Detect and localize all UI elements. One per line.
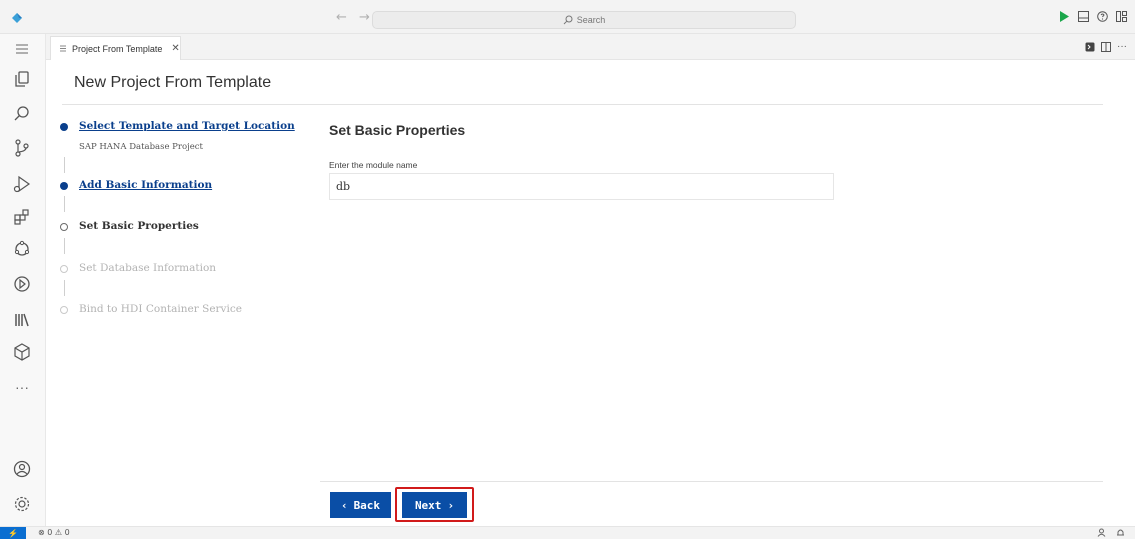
step-connector bbox=[64, 280, 65, 296]
more-views-icon[interactable]: ··· bbox=[12, 380, 32, 400]
editor-actions: ··· bbox=[1085, 41, 1127, 52]
tab-label: Project From Template bbox=[72, 43, 163, 54]
activity-bar: ··· bbox=[0, 34, 46, 526]
back-button[interactable]: ‹ Back bbox=[330, 492, 391, 518]
remote-explorer-icon[interactable] bbox=[12, 239, 32, 259]
split-editor-icon[interactable] bbox=[1101, 41, 1111, 52]
warning-count: 0 bbox=[64, 528, 70, 537]
deploy-icon[interactable] bbox=[12, 274, 32, 294]
app-logo-icon bbox=[12, 13, 22, 23]
run-debug-icon[interactable] bbox=[12, 174, 32, 194]
notifications-bell-icon[interactable] bbox=[1116, 528, 1125, 537]
step-connector bbox=[64, 196, 65, 212]
module-name-label: Enter the module name bbox=[329, 160, 418, 170]
command-search-input[interactable]: Search bbox=[372, 11, 796, 29]
step-connector bbox=[64, 157, 65, 173]
help-icon[interactable] bbox=[1097, 11, 1108, 22]
layout-icon[interactable] bbox=[1116, 11, 1127, 22]
menu-icon[interactable] bbox=[12, 39, 32, 59]
step-complete-icon bbox=[60, 182, 68, 190]
close-icon[interactable]: ✕ bbox=[171, 43, 179, 54]
next-button-highlight bbox=[395, 487, 474, 522]
module-name-input[interactable]: db bbox=[329, 173, 834, 200]
forward-arrow-icon[interactable]: → bbox=[359, 10, 370, 25]
file-icon bbox=[60, 45, 66, 52]
step-label: Bind to HDI Container Service bbox=[79, 303, 242, 315]
search-icon[interactable] bbox=[12, 104, 32, 124]
remote-indicator-icon[interactable]: ⚡ bbox=[0, 527, 26, 539]
back-button-label: Back bbox=[353, 498, 381, 512]
extensions-icon[interactable] bbox=[12, 207, 32, 227]
step-label[interactable]: Add Basic Information bbox=[79, 179, 212, 191]
step-label: Set Basic Properties bbox=[79, 220, 199, 232]
app-window: ← → Search ··· Project From Template ✕ ·… bbox=[0, 0, 1135, 539]
error-count: 0 bbox=[47, 528, 53, 537]
more-actions-icon[interactable]: ··· bbox=[1117, 41, 1127, 52]
account-icon[interactable] bbox=[12, 459, 32, 479]
cube-icon[interactable] bbox=[12, 342, 32, 362]
title-bar: ← → Search bbox=[0, 0, 1135, 34]
section-title: Set Basic Properties bbox=[329, 122, 466, 138]
status-right-items bbox=[1097, 528, 1125, 537]
step-label: Set Database Information bbox=[79, 262, 217, 274]
search-placeholder: Search bbox=[576, 15, 606, 25]
preview-icon[interactable] bbox=[1085, 42, 1095, 52]
status-bar: ⚡ ⊗ 0 ⚠ 0 bbox=[0, 526, 1135, 539]
explorer-icon[interactable] bbox=[12, 69, 32, 89]
tab-project-from-template[interactable]: Project From Template ✕ bbox=[50, 36, 181, 60]
error-icon: ⊗ bbox=[38, 528, 45, 537]
run-icon[interactable] bbox=[1059, 11, 1070, 22]
step-pending-icon bbox=[60, 306, 68, 314]
title-divider bbox=[62, 104, 1103, 105]
page-title: New Project From Template bbox=[74, 74, 272, 91]
feedback-icon[interactable] bbox=[1097, 528, 1106, 537]
step-summary: SAP HANA Database Project bbox=[79, 142, 203, 152]
editor-tab-bar: Project From Template ✕ ··· bbox=[46, 34, 1135, 60]
step-label[interactable]: Select Template and Target Location bbox=[79, 120, 295, 132]
title-actions bbox=[1059, 11, 1127, 22]
step-current-icon bbox=[60, 223, 68, 231]
problems-indicator[interactable]: ⊗ 0 ⚠ 0 bbox=[38, 528, 70, 537]
library-icon[interactable] bbox=[12, 310, 32, 330]
step-pending-icon bbox=[60, 265, 68, 273]
chevron-left-icon: ‹ bbox=[340, 498, 348, 512]
search-icon bbox=[563, 15, 573, 25]
warning-icon: ⚠ bbox=[54, 528, 63, 537]
step-complete-icon bbox=[60, 123, 68, 131]
panel-icon[interactable] bbox=[1078, 11, 1089, 22]
step-connector bbox=[64, 238, 65, 254]
settings-gear-icon[interactable] bbox=[12, 494, 32, 514]
footer-divider bbox=[320, 481, 1103, 482]
source-control-icon[interactable] bbox=[12, 138, 32, 158]
back-arrow-icon[interactable]: ← bbox=[336, 10, 347, 25]
